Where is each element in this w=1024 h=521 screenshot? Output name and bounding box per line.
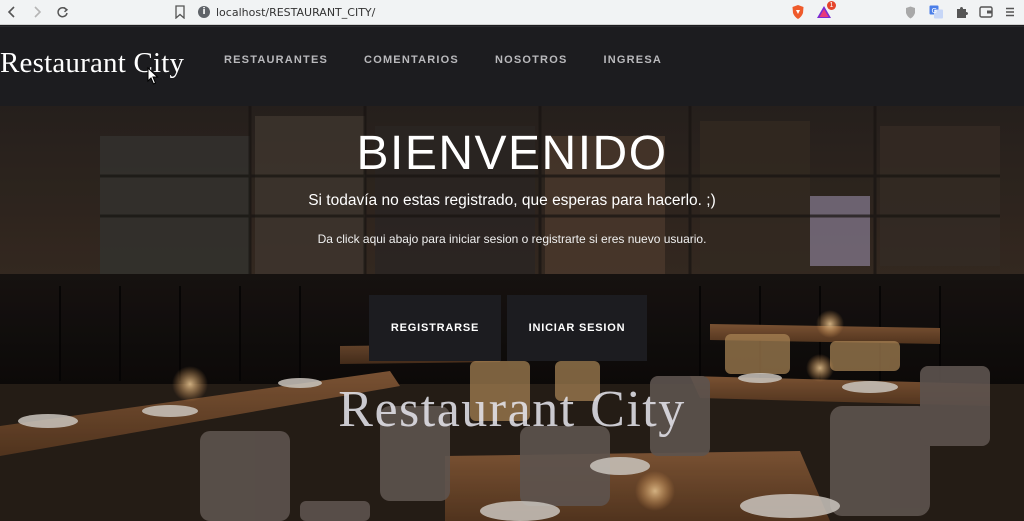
hero-title: BIENVENIDO <box>356 127 668 180</box>
nav-link-nosotros[interactable]: NOSOTROS <box>495 54 568 66</box>
site-info-icon[interactable]: i <box>198 6 210 18</box>
site-header: Restaurant City RESTAURANTES COMENTARIOS… <box>0 26 1024 106</box>
url-text[interactable]: localhost/RESTAURANT_CITY/ <box>216 6 375 19</box>
forward-icon[interactable] <box>29 4 45 20</box>
brave-rewards-icon[interactable]: 1 <box>816 1 836 20</box>
login-button[interactable]: INICIAR SESION <box>507 295 647 361</box>
svg-text:G: G <box>931 7 936 15</box>
shield-extension-icon[interactable] <box>902 4 918 20</box>
browser-toolbar: i localhost/RESTAURANT_CITY/ 1 G <box>0 0 1024 25</box>
nav-link-restaurantes[interactable]: RESTAURANTES <box>224 54 328 66</box>
address-bar[interactable]: i localhost/RESTAURANT_CITY/ <box>198 3 788 21</box>
extensions-puzzle-icon[interactable] <box>953 4 969 20</box>
rewards-badge: 1 <box>827 1 836 10</box>
main-nav: RESTAURANTES COMENTARIOS NOSOTROS INGRES… <box>224 54 698 66</box>
hero-instructions: Da click aqui abajo para iniciar sesion … <box>317 232 707 246</box>
hero-watermark-text: Restaurant City <box>338 381 686 438</box>
bookmark-icon[interactable] <box>174 5 188 20</box>
hero-subtitle: Si todavía no estas registrado, que espe… <box>308 192 716 209</box>
back-icon[interactable] <box>4 4 20 20</box>
mouse-cursor-icon <box>147 67 159 85</box>
nav-link-comentarios[interactable]: COMENTARIOS <box>364 54 459 66</box>
brave-shield-icon[interactable] <box>790 4 806 20</box>
wallet-icon[interactable] <box>978 4 994 20</box>
register-button[interactable]: REGISTRARSE <box>369 295 501 361</box>
translate-icon[interactable]: G <box>928 4 944 20</box>
nav-link-ingresa[interactable]: INGRESA <box>604 54 663 66</box>
menu-icon[interactable] <box>1002 4 1018 20</box>
extensions-area: 1 G <box>790 1 1018 20</box>
hero-section: BIENVENIDO Si todavía no estas registrad… <box>0 106 1024 521</box>
reload-icon[interactable] <box>54 4 70 20</box>
